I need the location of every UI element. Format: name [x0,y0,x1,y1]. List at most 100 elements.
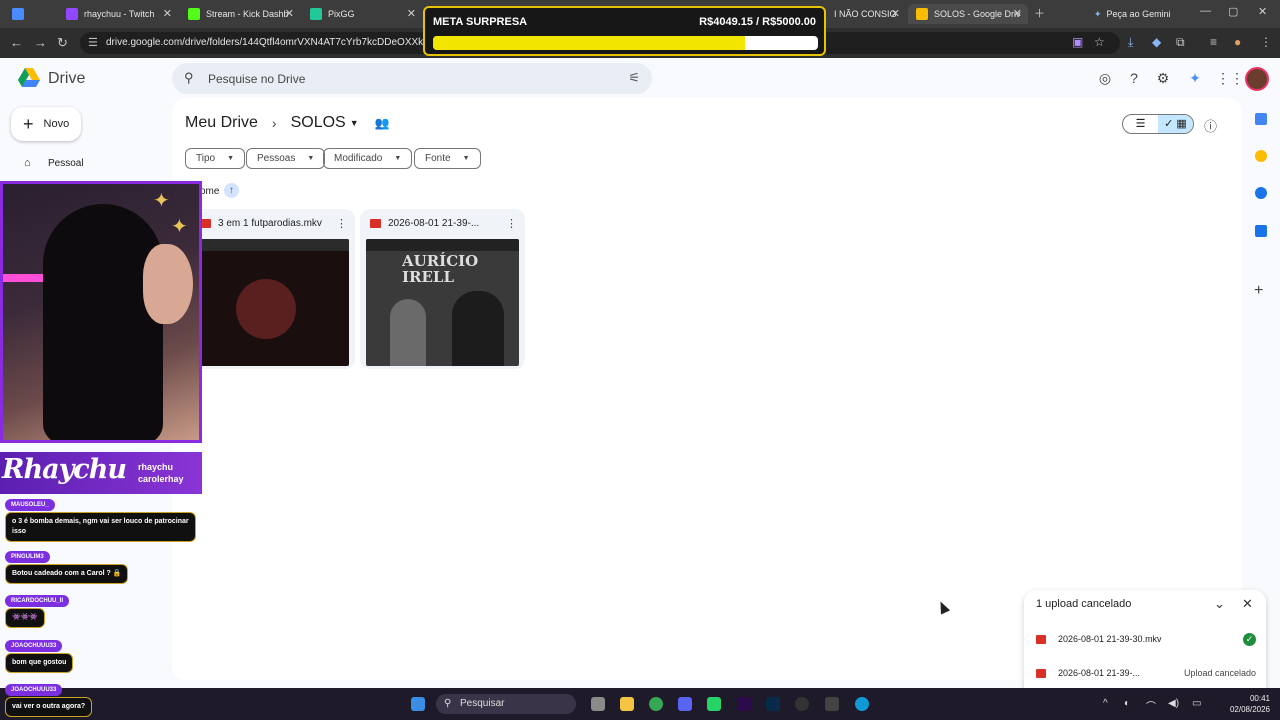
filter-type[interactable]: Tipo ▼ [185,148,246,169]
whatsapp-icon[interactable] [707,697,721,711]
tab-video[interactable]: I NÃO CONSIG ✕ [826,4,906,24]
video-file-icon [370,219,381,228]
tab-drive[interactable]: SOLOS - Google Driv ✕ [908,4,1028,24]
apps-grid-icon[interactable]: ⋮⋮ [1216,70,1244,86]
file-explorer-icon[interactable] [620,697,634,711]
grid-view-icon[interactable]: ✓ ▦ [1158,115,1193,133]
tray-app-icon[interactable]: ◐ [1124,698,1130,709]
taskbar-search-label: Pesquisar [460,698,505,709]
filter-label: Tipo [196,153,216,164]
new-tab-icon[interactable]: ＋ [1034,5,1045,21]
taskbar-search[interactable]: ⚲ Pesquisar [436,694,576,714]
filter-people[interactable]: Pessoas ▼ [246,148,326,169]
collapse-icon[interactable]: ⌄ [1214,596,1225,612]
webcam-overlay: ✦ ✦ [0,181,202,443]
battery-icon[interactable]: ▭ [1192,698,1201,709]
upload-item[interactable]: 2026-08-01 21-39-30.mkv ✓ [1036,632,1256,646]
tab-twitch[interactable]: rhaychuu - Twitch ✕ [58,4,178,24]
thumb-ui-strip [366,239,519,251]
add-addon-icon[interactable]: + [1254,282,1263,300]
sidebar-item-home[interactable]: ⌂ Pessoal [24,157,84,169]
network-icon[interactable]: ⌒ [1146,698,1156,713]
sort-label[interactable]: ome [200,186,219,197]
filter-source[interactable]: Fonte ▼ [414,148,481,169]
discord-icon[interactable] [678,697,692,711]
close-icon[interactable]: ✕ [1242,596,1253,612]
minimize-icon[interactable]: — [1200,5,1211,17]
screen-cast-icon[interactable]: ▣ [1072,35,1083,49]
gemini-button[interactable]: ✦ Peça ao Gemini [1086,4,1182,24]
bookmark-star-icon[interactable]: ☆ [1094,35,1105,49]
maximize-icon[interactable]: ▢ [1228,5,1238,18]
file-card[interactable]: 3 em 1 futparodias.mkv ⋮ [190,209,355,369]
tab-0[interactable] [4,4,56,24]
app-name[interactable]: Drive [48,70,85,88]
tab-search-icon[interactable]: ≡ [1210,35,1217,49]
clock-time: 00:41 [1249,694,1270,703]
avatar[interactable] [1245,67,1269,91]
contacts-icon[interactable] [1255,225,1267,237]
caret-down-icon[interactable]: ▼ [350,118,359,128]
obs-icon[interactable] [795,697,809,711]
site-info-icon[interactable]: ☰ [88,36,98,49]
upload-item-name: 2026-08-01 21-39-30.mkv [1058,634,1162,644]
extension-diamond-icon[interactable]: ◆ [1152,35,1161,49]
chrome-icon[interactable] [649,697,663,711]
volume-icon[interactable]: ◀) [1168,698,1179,709]
window-close-icon[interactable]: ✕ [1258,5,1267,18]
search-bar[interactable]: ⚲ Pesquise no Drive ⚟ [172,63,652,94]
file-name: 3 em 1 futparodias.mkv [218,218,322,229]
search-icon[interactable]: ⚲ [184,70,194,86]
more-options-icon[interactable]: ⋮ [506,217,517,230]
chat-username: PINGULIM3 [5,551,50,563]
breadcrumb-current[interactable]: SOLOS [291,114,346,132]
tray-chevron-icon[interactable]: ^ [1103,698,1108,709]
calendar-icon[interactable] [1255,113,1267,125]
offline-status-icon[interactable]: ◎ [1097,70,1113,86]
sort-ascending-icon[interactable]: ↑ [224,183,239,198]
tab-kick[interactable]: Stream - Kick Dashb ✕ [180,4,300,24]
forward-icon[interactable]: → [34,35,47,50]
premiere-icon[interactable] [737,697,751,711]
edge-icon[interactable] [855,697,869,711]
menu-icon[interactable]: ⋮ [1260,35,1272,49]
search-input[interactable]: Pesquise no Drive [208,72,305,86]
extensions-icon[interactable]: ⧉ [1176,35,1185,50]
tasks-icon[interactable] [1255,187,1267,199]
close-icon[interactable]: ✕ [407,7,416,20]
chat-message: bom que gostou [5,653,74,673]
tab-pixgg[interactable]: PixGG ✕ [302,4,422,24]
close-icon[interactable]: ✕ [163,7,172,20]
back-icon[interactable]: ← [10,35,23,50]
info-icon[interactable]: ⓘ [1204,116,1217,135]
settings-gear-icon[interactable]: ⚙ [1155,70,1171,86]
close-icon[interactable]: ✕ [1013,7,1022,20]
profile-icon[interactable]: ● [1234,35,1241,49]
close-icon[interactable]: ✕ [285,7,294,20]
new-button[interactable]: + Novo [11,107,81,141]
drive-tab-icon [916,8,928,20]
search-options-icon[interactable]: ⚟ [628,70,640,86]
keep-icon[interactable] [1255,150,1267,162]
start-icon[interactable] [411,697,425,711]
task-view-icon[interactable] [591,697,605,711]
photoshop-icon[interactable] [766,697,780,711]
help-icon[interactable]: ? [1126,70,1142,86]
file-card[interactable]: 2026-08-01 21-39-... ⋮ AURÍCIO IRELL [360,209,525,369]
shared-folder-icon[interactable]: 👥 [375,116,390,130]
reload-icon[interactable]: ↻ [57,35,68,51]
breadcrumb-root[interactable]: Meu Drive [185,114,258,132]
clock-date: 02/08/2026 [1229,705,1270,714]
more-options-icon[interactable]: ⋮ [336,217,347,230]
download-icon[interactable]: ⤓ [1128,35,1133,50]
list-view-icon[interactable]: ☰ [1123,115,1158,133]
upload-panel: 1 upload cancelado ⌄ ✕ 2026-08-01 21-39-… [1024,590,1266,690]
upload-item[interactable]: 2026-08-01 21-39-... Upload cancelado [1036,668,1256,678]
plus-icon: + [23,113,34,134]
filter-modified[interactable]: Modificado ▼ [323,148,413,169]
gemini-sparkle-icon[interactable]: ✦ [1187,70,1203,86]
drive-logo-icon[interactable] [18,68,40,88]
taskbar-clock[interactable]: 00:41 02/08/2026 [1230,693,1270,715]
download-manager-icon[interactable] [825,697,839,711]
close-icon[interactable]: ✕ [891,7,900,20]
